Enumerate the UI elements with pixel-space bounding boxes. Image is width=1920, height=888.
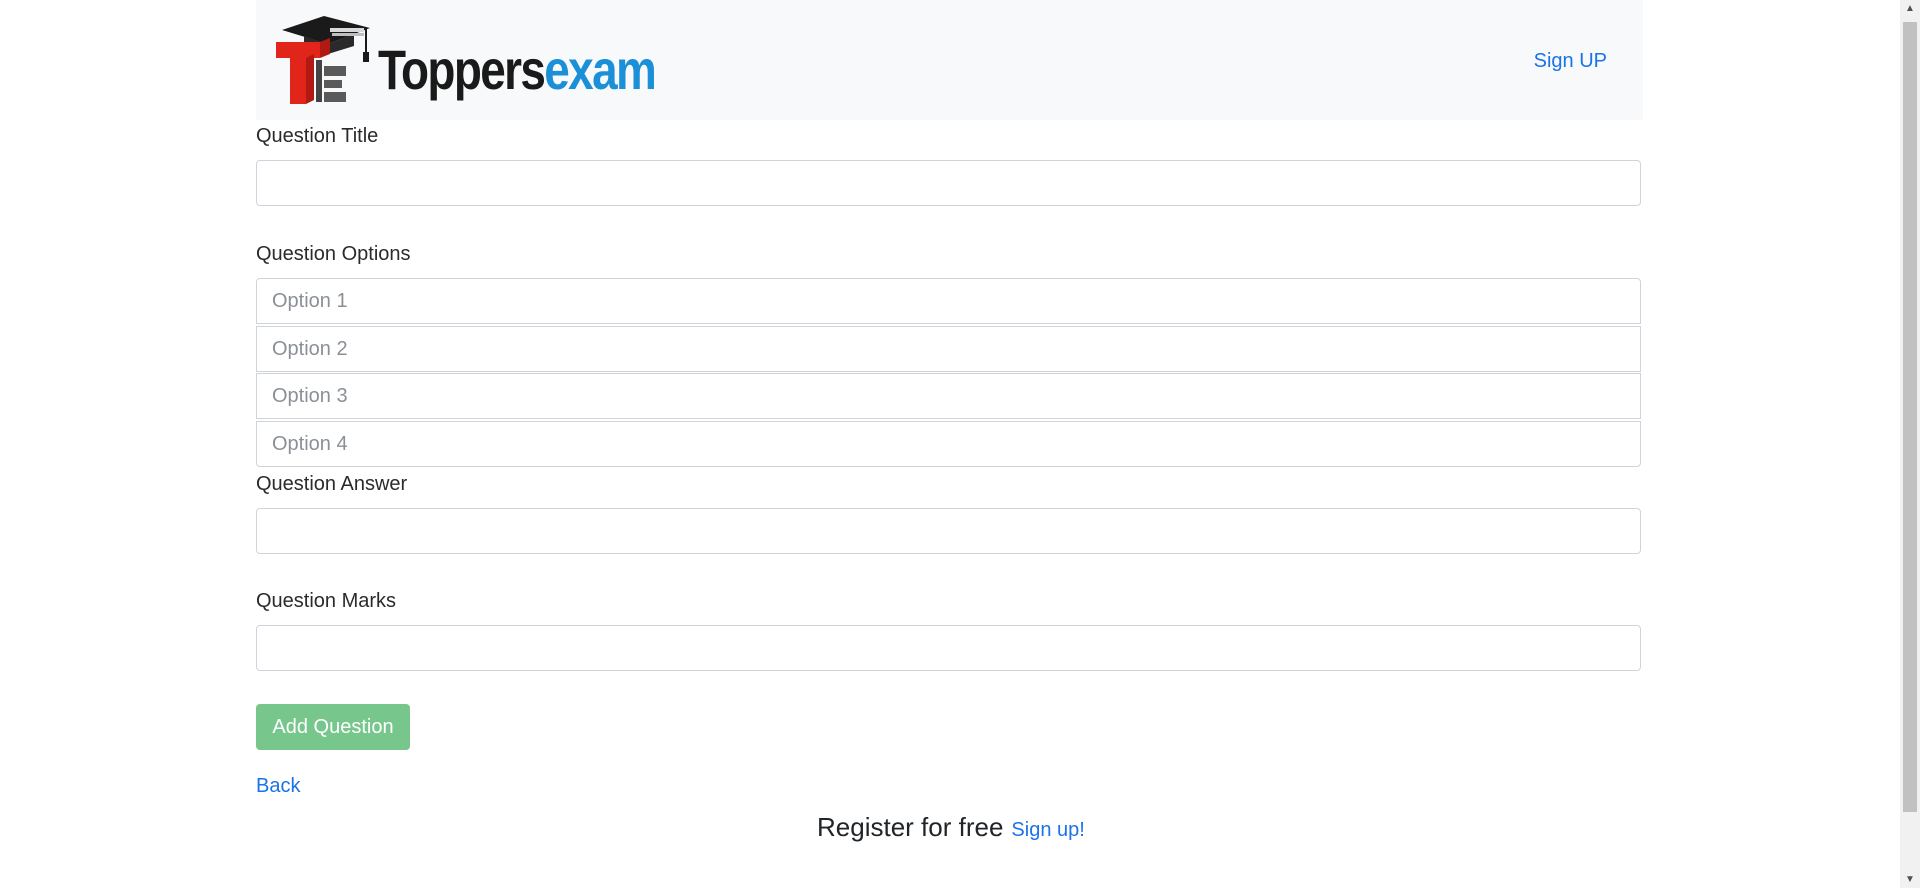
vertical-scrollbar[interactable]: ▲ ▼ <box>1900 0 1920 888</box>
nav-signup-link[interactable]: Sign UP <box>1534 50 1607 73</box>
brand-name-part2: exam <box>544 38 657 101</box>
question-title-label: Question Title <box>256 125 379 147</box>
navbar: Toppersexam Sign UP <box>256 0 1643 120</box>
footer-signup-link[interactable]: Sign up! <box>1011 819 1084 841</box>
footer: Register for free Sign up! <box>817 812 1085 843</box>
graduation-cap-te-logo-icon <box>276 16 370 104</box>
option-3-input[interactable] <box>256 373 1641 419</box>
scrollbar-thumb[interactable] <box>1903 22 1917 812</box>
scroll-up-arrow-icon[interactable]: ▲ <box>1900 0 1920 17</box>
add-question-button[interactable]: Add Question <box>256 704 410 750</box>
option-2-input[interactable] <box>256 326 1641 372</box>
scroll-down-arrow-icon[interactable]: ▼ <box>1900 871 1920 888</box>
option-4-input[interactable] <box>256 421 1641 467</box>
back-link[interactable]: Back <box>256 775 300 798</box>
brand-name-part1: Toppers <box>378 38 546 101</box>
option-1-input[interactable] <box>256 278 1641 324</box>
page: Toppersexam Sign UP Question Title Quest… <box>0 0 1920 888</box>
question-marks-input[interactable] <box>256 625 1641 671</box>
brand-name: Toppersexam <box>378 42 657 98</box>
question-answer-input[interactable] <box>256 508 1641 554</box>
brand-logo[interactable]: Toppersexam <box>274 14 657 106</box>
question-marks-label: Question Marks <box>256 590 397 612</box>
question-title-input[interactable] <box>256 160 1641 206</box>
question-options-label: Question Options <box>256 243 411 265</box>
footer-register-text: Register for free <box>817 812 1004 842</box>
header-container: Toppersexam Sign UP <box>256 0 1643 120</box>
question-answer-label: Question Answer <box>256 473 408 495</box>
